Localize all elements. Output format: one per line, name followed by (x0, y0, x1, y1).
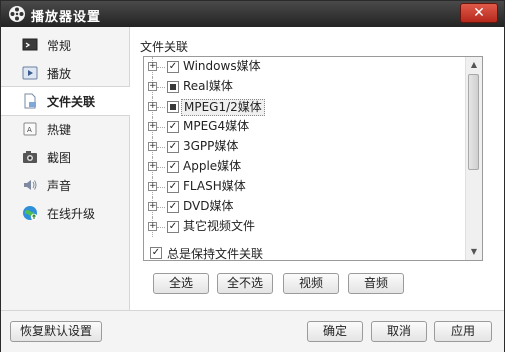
monitor-icon (22, 38, 38, 51)
play-icon (22, 66, 38, 80)
sidebar-item-screenshot[interactable]: 截图 (1, 143, 129, 171)
tree-row-mpeg4-media[interactable]: + ✓ MPEG4媒体 (144, 117, 466, 137)
scroll-down-icon[interactable]: ▼ (467, 245, 481, 259)
title-bar[interactable]: 播放器设置 ✕ (1, 1, 504, 27)
settings-sidebar: 常规 播放 文件关联 A 热键 截图 声音 在线升级 (1, 27, 130, 310)
tree-row-label: MPEG1/2媒体 (181, 99, 265, 116)
expand-toggle[interactable]: + (148, 82, 157, 91)
tree-row-label: FLASH媒体 (183, 179, 246, 193)
tree-scrollbar[interactable]: ▲ ▼ (465, 57, 482, 260)
checkbox-partial[interactable] (167, 81, 179, 93)
scroll-up-icon[interactable]: ▲ (467, 58, 481, 72)
checkbox[interactable]: ✓ (167, 201, 179, 213)
scroll-thumb[interactable] (468, 74, 479, 170)
tree-row-real-media[interactable]: + Real媒体 (144, 77, 466, 97)
checkbox[interactable]: ✓ (167, 161, 179, 173)
tree-row-windows-media[interactable]: + ✓ Windows媒体 (144, 57, 466, 77)
tree-row-mpeg12-media[interactable]: + MPEG1/2媒体 (144, 97, 466, 117)
expand-toggle[interactable]: + (148, 182, 157, 191)
sidebar-item-label: 文件关联 (47, 95, 96, 109)
tree-line (157, 167, 165, 168)
keyboard-key-icon: A (23, 122, 37, 136)
sidebar-item-label: 播放 (47, 67, 72, 81)
checkbox[interactable]: ✓ (167, 181, 179, 193)
select-all-button[interactable]: 全选 (153, 273, 209, 294)
sidebar-item-playback[interactable]: 播放 (1, 59, 129, 87)
tree-line (157, 107, 165, 108)
audio-button[interactable]: 音频 (348, 273, 404, 294)
expand-toggle[interactable]: + (148, 202, 157, 211)
video-button[interactable]: 视频 (283, 273, 339, 294)
tree-row-label: Real媒体 (183, 79, 233, 93)
window-title: 播放器设置 (31, 10, 102, 25)
sidebar-item-online-update[interactable]: 在线升级 (1, 199, 129, 227)
tree-line (157, 187, 165, 188)
tree-row-label: 其它视频文件 (183, 219, 256, 233)
apply-button[interactable]: 应用 (434, 321, 492, 342)
svg-text:A: A (27, 126, 32, 134)
checkbox[interactable]: ✓ (167, 61, 179, 73)
file-association-panel: 文件关联 + ✓ Windows媒体 + Real媒体 + MPEG1/2媒体 … (130, 27, 504, 310)
tree-row-label: Windows媒体 (183, 59, 261, 73)
sidebar-item-file-association[interactable]: 文件关联 (1, 86, 130, 116)
expand-toggle[interactable]: + (148, 222, 157, 231)
tree-line (157, 147, 165, 148)
tree-line (157, 87, 165, 88)
tree-row-3gpp-media[interactable]: + ✓ 3GPP媒体 (144, 137, 466, 157)
restore-defaults-button[interactable]: 恢复默认设置 (10, 321, 102, 342)
checkbox[interactable]: ✓ (167, 221, 179, 233)
sidebar-item-label: 声音 (47, 179, 72, 193)
tree-row-flash-media[interactable]: + ✓ FLASH媒体 (144, 177, 466, 197)
dialog-footer: 恢复默认设置 确定 取消 应用 (1, 310, 504, 352)
tree-rows: + ✓ Windows媒体 + Real媒体 + MPEG1/2媒体 + ✓ M… (144, 57, 466, 237)
cancel-button[interactable]: 取消 (371, 321, 427, 342)
tree-row-label: 3GPP媒体 (183, 139, 239, 153)
sidebar-item-label: 热键 (47, 123, 72, 137)
tree-row-label: DVD媒体 (183, 199, 234, 213)
tree-row-label: MPEG4媒体 (183, 119, 250, 133)
expand-toggle[interactable]: + (148, 122, 157, 131)
close-icon: ✕ (473, 5, 485, 21)
sidebar-item-general[interactable]: 常规 (1, 31, 129, 59)
expand-toggle[interactable]: + (148, 62, 157, 71)
expand-toggle[interactable]: + (148, 162, 157, 171)
sidebar-item-hotkeys[interactable]: A 热键 (1, 115, 129, 143)
checkbox[interactable]: ✓ (167, 121, 179, 133)
tree-line (157, 67, 165, 68)
sidebar-item-label: 截图 (47, 151, 72, 165)
sidebar-item-label: 常规 (47, 39, 72, 53)
expand-toggle[interactable]: + (148, 142, 157, 151)
select-none-button[interactable]: 全不选 (217, 273, 273, 294)
camera-icon (23, 151, 37, 163)
sidebar-item-sound[interactable]: 声音 (1, 171, 129, 199)
checkbox[interactable]: ✓ (167, 141, 179, 153)
document-icon (24, 93, 36, 109)
globe-update-icon (23, 206, 38, 221)
tree-row-dvd-media[interactable]: + ✓ DVD媒体 (144, 197, 466, 217)
tree-row-apple-media[interactable]: + ✓ Apple媒体 (144, 157, 466, 177)
film-reel-icon (9, 6, 25, 22)
tree-row-other-video[interactable]: + ✓ 其它视频文件 (144, 217, 466, 237)
section-title: 文件关联 (140, 40, 189, 54)
tree-line (157, 127, 165, 128)
ok-button[interactable]: 确定 (307, 321, 363, 342)
checkbox-partial[interactable] (167, 101, 179, 113)
tree-line (157, 227, 165, 228)
settings-window: 播放器设置 ✕ 常规 播放 文件关联 A 热键 截图 声音 在线升级 文件关联 … (0, 0, 505, 352)
close-button[interactable]: ✕ (460, 3, 498, 23)
sidebar-item-label: 在线升级 (47, 207, 96, 221)
tree-row-label: Apple媒体 (183, 159, 242, 173)
keep-association-label: 总是保持文件关联 (167, 247, 264, 261)
expand-toggle[interactable]: + (148, 102, 157, 111)
speaker-icon (24, 180, 37, 190)
keep-association-checkbox[interactable]: ✓ (150, 247, 162, 259)
tree-line (157, 207, 165, 208)
file-type-tree[interactable]: + ✓ Windows媒体 + Real媒体 + MPEG1/2媒体 + ✓ M… (143, 56, 483, 261)
